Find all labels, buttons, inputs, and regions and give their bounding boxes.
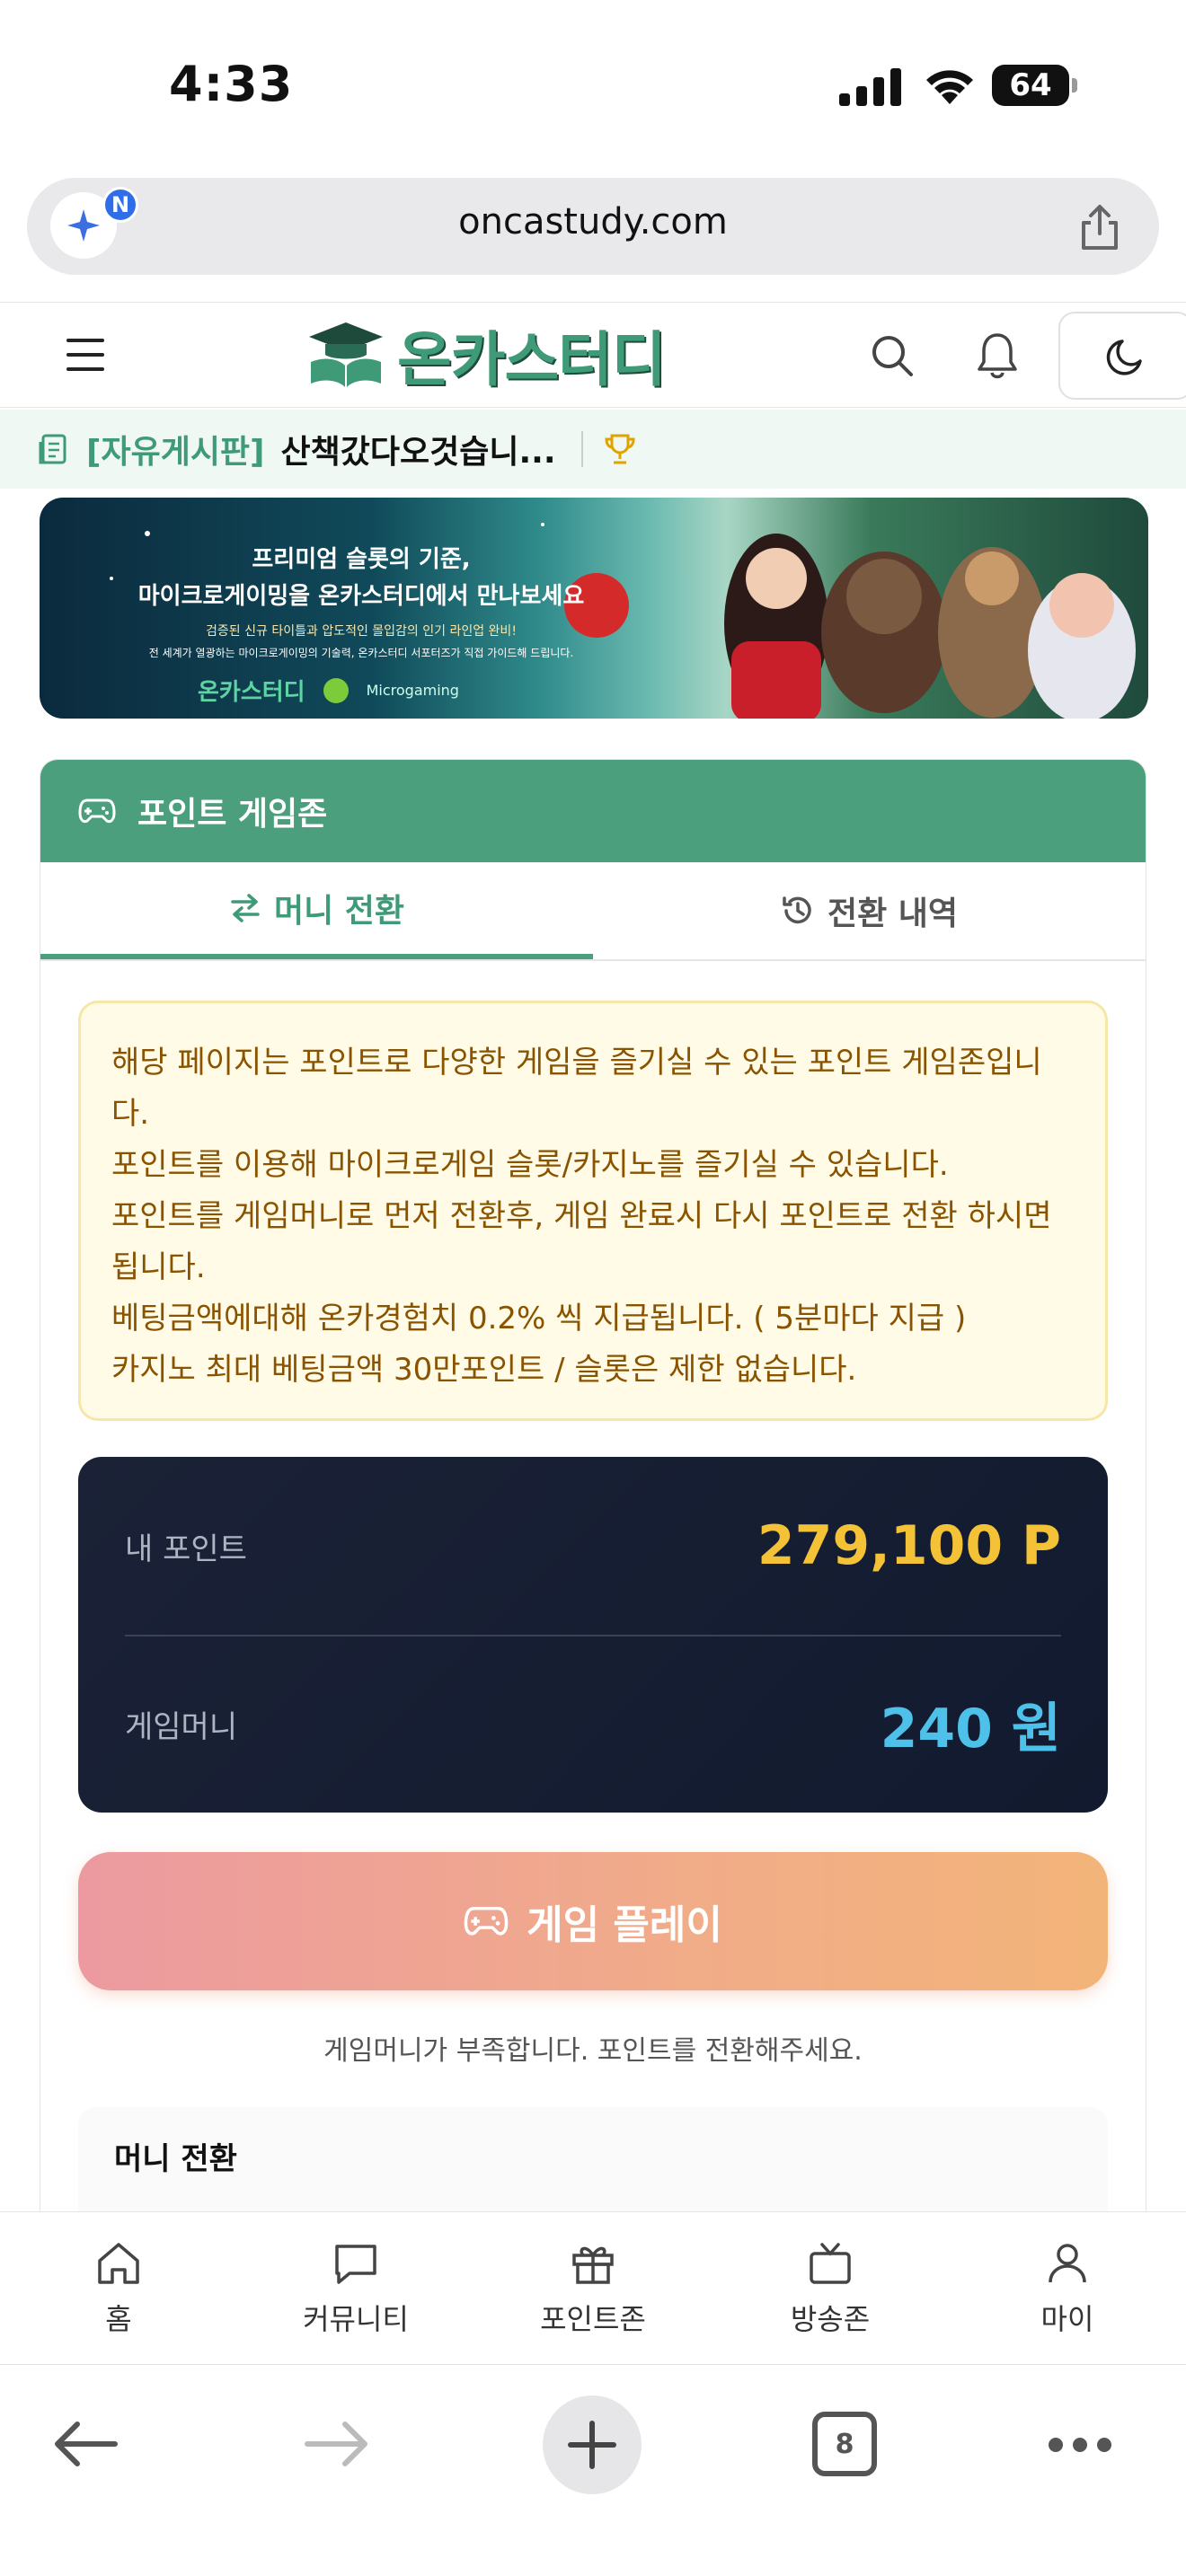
clock: 4:33 bbox=[169, 56, 294, 112]
notice-title[interactable]: 산책갔다오것습니... bbox=[281, 426, 556, 472]
info-line: 베팅금액에대해 온카경험치 0.2% 씩 지급됩니다. ( 5분마다 지급 ) bbox=[111, 1301, 967, 1337]
game-play-button[interactable]: 게임 플레이 bbox=[78, 1852, 1108, 1990]
nav-home[interactable]: 홈 bbox=[0, 2212, 237, 2364]
swap-arrows-icon bbox=[231, 894, 260, 922]
tab-count: 8 bbox=[835, 2428, 854, 2460]
nav-community[interactable]: 커뮤니티 bbox=[237, 2212, 474, 2364]
card-title: 포인트 게임존 bbox=[137, 796, 328, 833]
tabs-button[interactable]: 8 bbox=[812, 2412, 877, 2476]
promo-banner[interactable]: 프리미엄 슬롯의 기준, 마이크로게이밍을 온카스터디에서 만나보세요 검증된 … bbox=[40, 498, 1148, 719]
info-line: 포인트를 게임머니로 먼저 전환후, 게임 완료시 다시 포인트로 전환 하시면 bbox=[111, 1198, 1052, 1234]
game-money-label: 게임머니 bbox=[125, 1708, 238, 1745]
nav-label: 방송존 bbox=[790, 2301, 871, 2336]
banner-line2: 마이크로게이밍을 온카스터디에서 만나보세요 bbox=[137, 583, 585, 610]
nav-label: 마이 bbox=[1040, 2301, 1094, 2336]
microgaming-logo bbox=[323, 677, 349, 703]
more-icon[interactable] bbox=[1048, 2437, 1112, 2453]
tab-money-exchange[interactable]: 머니 전환 bbox=[40, 862, 593, 959]
nav-my[interactable]: 마이 bbox=[949, 2212, 1186, 2364]
nav-broadcast-zone[interactable]: 방송존 bbox=[712, 2212, 949, 2364]
notice-ticker[interactable]: [자유게시판] 산책갔다오것습니... bbox=[0, 410, 1186, 489]
url-text[interactable]: oncastudy.com bbox=[27, 201, 1159, 243]
tab-label: 전환 내역 bbox=[827, 895, 958, 932]
banner-brand-micro: Microgaming bbox=[366, 682, 459, 699]
game-money-value: 240 원 bbox=[880, 1697, 1061, 1760]
cellular-signal-icon bbox=[839, 68, 901, 106]
banner-line1: 프리미엄 슬롯의 기준, bbox=[252, 546, 471, 573]
points-value: 279,100 P bbox=[757, 1514, 1061, 1577]
battery-indicator: 64 bbox=[992, 65, 1077, 106]
home-icon bbox=[98, 2242, 139, 2284]
wifi-icon bbox=[926, 70, 973, 104]
history-icon bbox=[783, 896, 811, 924]
play-button-label: 게임 플레이 bbox=[527, 1902, 722, 1948]
tv-icon bbox=[810, 2242, 851, 2284]
nav-label: 포인트존 bbox=[540, 2301, 646, 2336]
exchange-title: 머니 전환 bbox=[114, 2141, 237, 2177]
info-line: 다. bbox=[111, 1096, 150, 1132]
new-tab-button[interactable] bbox=[543, 2395, 642, 2494]
trophy-icon[interactable] bbox=[603, 432, 637, 466]
tab-bar: 머니 전환 전환 내역 bbox=[40, 862, 1146, 961]
wallet-panel: 내 포인트 279,100 P 게임머니 240 원 bbox=[78, 1457, 1108, 1813]
site-logo[interactable]: 온카스터디 bbox=[305, 315, 667, 394]
info-line: 해당 페이지는 포인트로 다양한 게임을 즐기실 수 있는 포인트 게임존입니 bbox=[111, 1045, 1042, 1081]
status-bar: 4:33 64 N oncastudy.com bbox=[0, 0, 1186, 275]
info-box: 해당 페이지는 포인트로 다양한 게임을 즐기실 수 있는 포인트 게임존입니 … bbox=[78, 1001, 1108, 1421]
points-label: 내 포인트 bbox=[125, 1531, 247, 1567]
document-icon bbox=[39, 434, 66, 464]
forward-arrow-icon[interactable] bbox=[304, 2419, 372, 2469]
hamburger-menu-icon[interactable] bbox=[65, 337, 106, 373]
back-arrow-icon[interactable] bbox=[50, 2419, 119, 2469]
gamepad-icon bbox=[464, 1906, 509, 1936]
chat-bubble-icon bbox=[335, 2244, 376, 2284]
points-row: 내 포인트 279,100 P bbox=[125, 1457, 1061, 1635]
gift-icon bbox=[572, 2246, 614, 2284]
logo-text: 온카스터디 bbox=[397, 325, 667, 394]
banner-line3: 검증된 신규 타이틀과 압도적인 몰입감의 인기 라인업 완비! bbox=[206, 624, 517, 639]
tab-exchange-history[interactable]: 전환 내역 bbox=[593, 862, 1146, 959]
moon-icon bbox=[1106, 340, 1142, 375]
info-line: 됩니다. bbox=[111, 1249, 206, 1285]
bell-icon[interactable] bbox=[976, 331, 1019, 380]
share-icon[interactable] bbox=[1076, 203, 1123, 251]
search-icon[interactable] bbox=[870, 333, 915, 378]
nav-point-zone[interactable]: 포인트존 bbox=[474, 2212, 712, 2364]
divider bbox=[580, 431, 583, 467]
bottom-nav: 홈 커뮤니티 포인트존 방송존 마이 bbox=[0, 2211, 1186, 2364]
site-header: 온카스터디 bbox=[0, 302, 1186, 408]
info-line: 포인트를 이용해 마이크로게임 슬롯/카지노를 즐기실 수 있습니다. bbox=[111, 1147, 949, 1183]
info-line: 카지노 최대 베팅금액 30만포인트 / 슬롯은 제한 없습니다. bbox=[111, 1352, 857, 1388]
address-bar[interactable]: N oncastudy.com bbox=[27, 178, 1159, 275]
banner-line4: 전 세계가 열광하는 마이크로게이밍의 기술력, 온카스터디 서포터즈가 직접 … bbox=[148, 647, 574, 659]
card-header: 포인트 게임존 bbox=[40, 760, 1146, 862]
banner-brands: 온카스터디 Microgaming bbox=[198, 674, 459, 707]
insufficient-money-warning: 게임머니가 부족합니다. 포인트를 전환해주세요. bbox=[323, 2035, 863, 2067]
tab-label: 머니 전환 bbox=[273, 893, 404, 930]
banner-text: 프리미엄 슬롯의 기준, 마이크로게이밍을 온카스터디에서 만나보세요 검증된 … bbox=[65, 541, 658, 660]
point-gamezone-card: 포인트 게임존 머니 전환 전환 내역 해당 페이지는 포인트로 다양한 게임을… bbox=[40, 759, 1146, 2232]
gamepad-icon bbox=[78, 798, 116, 824]
graduation-book-icon bbox=[309, 322, 383, 387]
nav-label: 홈 bbox=[105, 2301, 132, 2336]
user-icon bbox=[1049, 2243, 1086, 2282]
banner-brand-onca: 온카스터디 bbox=[198, 679, 305, 706]
notice-board-label: [자유게시판] bbox=[86, 434, 265, 471]
game-money-row: 게임머니 240 원 bbox=[125, 1636, 1061, 1811]
plus-icon bbox=[568, 2421, 616, 2469]
browser-toolbar: 8 bbox=[0, 2364, 1186, 2576]
dark-mode-toggle[interactable] bbox=[1058, 312, 1186, 400]
nav-label: 커뮤니티 bbox=[303, 2301, 409, 2336]
